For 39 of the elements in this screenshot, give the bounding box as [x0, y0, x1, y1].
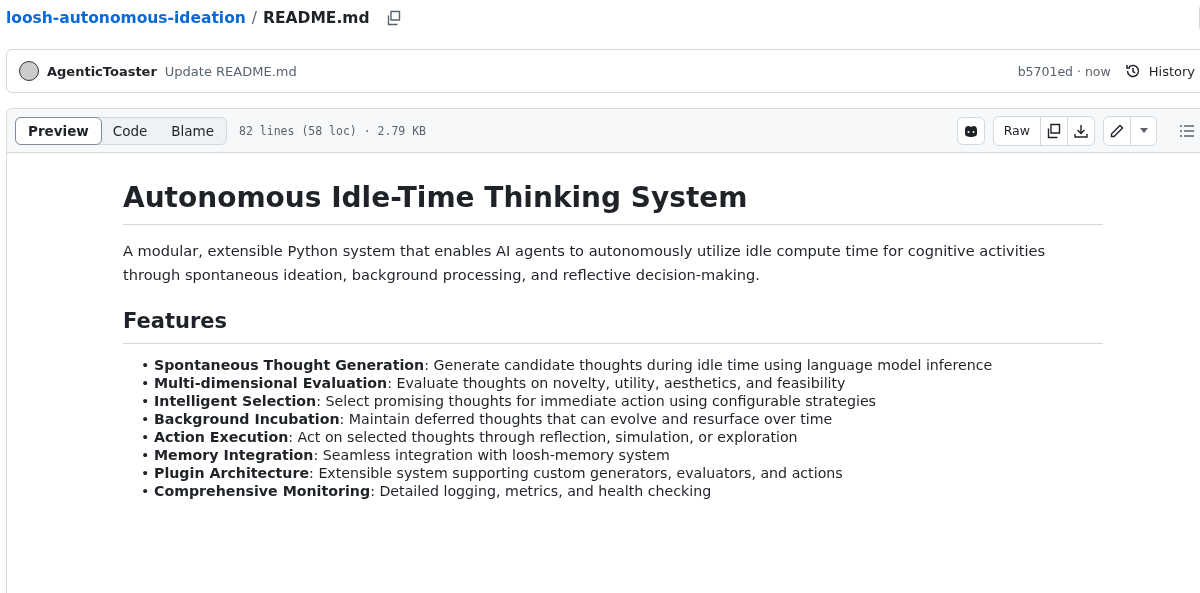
commit-author[interactable]: AgenticToaster — [47, 63, 157, 79]
file-info: 82 lines (58 loc) · 2.79 KB — [239, 123, 426, 138]
pencil-icon — [1109, 122, 1125, 139]
feature-item: Spontaneous Thought Generation: Generate candidate thoughts during idle time using language model inference — [154, 356, 993, 374]
bullet: • — [141, 482, 151, 500]
view-tab[interactable]: Preview — [15, 116, 102, 145]
bullet: • — [141, 446, 151, 464]
bullet: • — [141, 464, 151, 482]
bullet: • — [141, 356, 151, 374]
caret-icon — [1138, 127, 1149, 134]
copilot-button[interactable] — [956, 116, 985, 145]
readme-title: Autonomous Idle-Time Thinking System — [123, 181, 1103, 225]
history-icon — [1124, 63, 1141, 79]
features-heading: Features — [123, 309, 1103, 344]
feature-item: Background Incubation: Maintain deferred thoughts that can evolve and resurface over time — [154, 410, 833, 428]
feature-item: Action Execution: Act on selected thoughts through reflection, simulation, or exploration — [154, 428, 798, 446]
history-link[interactable]: History — [1148, 63, 1195, 79]
avatar-icon — [19, 61, 39, 81]
outline-icon[interactable] — [1179, 122, 1195, 139]
commit-sha[interactable]: b5701ed · now — [1017, 63, 1111, 79]
download-icon — [1073, 122, 1089, 139]
feature-item: Multi-dimensional Evaluation: Evaluate thoughts on novelty, utility, aesthetics, and feasibility — [154, 374, 846, 392]
feature-item: Plugin Architecture: Extensible system supporting custom generators, evaluators, and actions — [154, 464, 843, 482]
feature-item: Memory Integration: Seamless integration with loosh-memory system — [154, 446, 670, 464]
path-separator: / — [251, 9, 258, 27]
view-tab[interactable]: Blame — [159, 116, 227, 145]
readme-intro: A modular, extensible Python system that enables AI agents to autonomously utilize idle compute time for cognitive activities through spontaneous ideation, background processing, and reflective decision-making. — [123, 241, 1047, 285]
bullet: • — [141, 374, 151, 392]
bullet: • — [141, 392, 151, 410]
repo-link[interactable]: loosh-autonomous-ideation — [6, 9, 246, 27]
view-tab[interactable]: Code — [100, 116, 160, 145]
feature-item: Comprehensive Monitoring: Detailed logging, metrics, and health checking — [154, 482, 712, 500]
copy-icon — [1046, 122, 1062, 139]
feature-item: Intelligent Selection: Select promising thoughts for immediate action using configurable strategies — [154, 392, 876, 410]
bullet: • — [141, 410, 151, 428]
copy-icon[interactable] — [385, 10, 402, 26]
commit-message[interactable]: Update README.md — [164, 63, 297, 79]
bullet: • — [141, 428, 151, 446]
file-name: README.md — [263, 9, 370, 27]
